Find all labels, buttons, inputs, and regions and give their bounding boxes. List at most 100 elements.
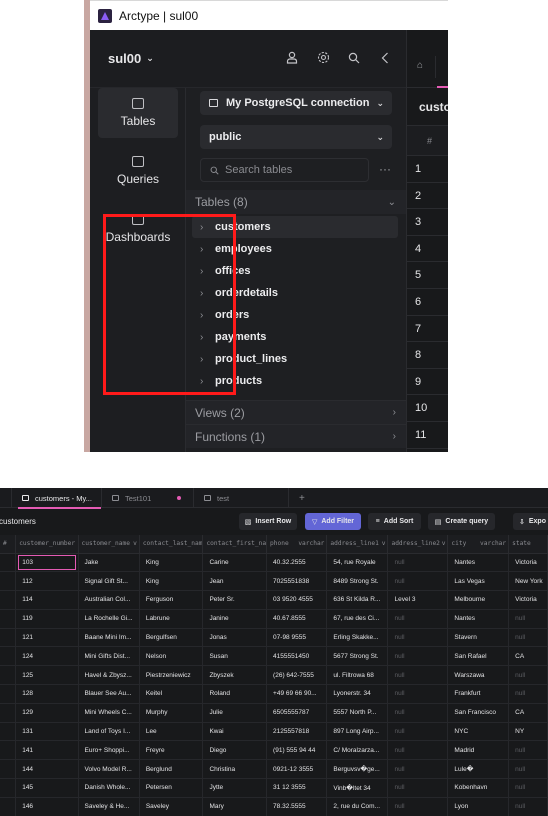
row-number-cell[interactable] [0,590,17,610]
cell-address-line1[interactable]: Erling Skakke... [326,628,389,648]
nav-item-queries[interactable]: Queries [98,146,178,196]
cell-contact-first-na[interactable]: Carine [202,553,268,573]
cell-address-line1[interactable]: 8489 Strong St. [326,571,389,592]
functions-section-header[interactable]: Functions (1) › [186,424,406,448]
user-icon[interactable] [285,51,299,67]
cell-contact-last-nam[interactable]: Keitel [139,684,204,704]
cell-customer-number[interactable]: 145 [15,778,79,798]
cell-city[interactable]: Nantes [447,553,510,573]
insert-row-button[interactable]: ▧ Insert Row [239,513,297,530]
table-item-orderdetails[interactable]: › orderdetails [192,282,398,304]
row-number-cell[interactable] [0,703,17,723]
cell-contact-first-na[interactable]: Jytte [202,778,268,798]
chevron-right-icon[interactable]: › [200,222,206,233]
cell-state[interactable]: null [508,778,548,798]
cell-address-line1[interactable]: Berguvsv�ge... [326,759,389,780]
cell-customer-number[interactable]: 131 [15,722,79,742]
cell-phone[interactable]: 07-98 9555 [266,628,328,648]
row-number-cell[interactable] [0,609,17,629]
cell-address-line2[interactable]: null [387,646,449,667]
cell-phone[interactable]: +49 69 66 90... [266,684,328,704]
cell-state[interactable]: null [508,759,548,780]
cell-state[interactable]: New York [508,571,548,592]
cell-state[interactable]: null [508,740,548,761]
cell-state[interactable]: null [508,797,548,816]
cell-customer-number[interactable]: 128 [15,684,79,704]
cell-customer-name[interactable]: Land of Toys I... [78,722,140,742]
cell-contact-last-nam[interactable]: Saveley [139,797,204,816]
cell-contact-first-na[interactable]: Roland [202,684,268,704]
chevron-right-icon[interactable]: › [200,266,206,277]
cell-contact-last-nam[interactable]: Freyre [139,740,204,761]
cell-contact-last-nam[interactable]: Murphy [139,703,204,723]
cell-city[interactable]: San Rafael [447,646,510,667]
row-number[interactable]: 11 [407,422,448,449]
cell-customer-name[interactable]: Mini Wheels C... [78,703,140,723]
cell-customer-name[interactable]: Havel & Zbysz... [78,665,140,686]
cell-phone[interactable]: (91) 555 94 44 [266,740,328,761]
cell-contact-last-nam[interactable]: King [139,571,204,592]
cell-address-line1[interactable]: Vinb�ltet 34 [326,778,389,798]
cell-customer-number[interactable]: 129 [15,703,79,723]
table-item-orders[interactable]: › orders [192,304,398,326]
cell-state[interactable]: Victoria [508,590,548,610]
cell-contact-first-na[interactable]: Janine [202,609,268,629]
cell-address-line2[interactable]: null [387,797,449,816]
table-item-employees[interactable]: › employees [192,238,398,260]
cell-contact-last-nam[interactable]: King [139,553,204,573]
cell-phone[interactable]: 6505555787 [266,703,328,723]
column-header-contact-first-na[interactable]: contact_first_na [202,535,268,554]
column-header-customer-number[interactable]: customer_number [15,535,79,554]
more-options-button[interactable]: ··· [376,158,394,182]
row-number[interactable]: 9 [407,369,448,396]
cell-contact-last-nam[interactable]: Ferguson [139,590,204,610]
search-tables-input[interactable]: Search tables [200,158,369,182]
row-number-cell[interactable] [0,797,17,816]
cell-address-line2[interactable]: null [387,740,449,761]
cell-phone[interactable]: 7025551838 [266,571,328,592]
cell-contact-last-nam[interactable]: Bergulfsen [139,628,204,648]
cell-state[interactable]: null [508,609,548,629]
column-header-contact-last-nam[interactable]: contact_last_nam [139,535,204,554]
cell-contact-last-nam[interactable]: Petersen [139,778,204,798]
cell-customer-name[interactable]: Baane Mini Im... [78,628,140,648]
cell-address-line2[interactable]: Level 3 [387,590,449,610]
cell-contact-last-nam[interactable]: Nelson [139,646,204,667]
cell-address-line2[interactable]: null [387,628,449,648]
cell-address-line2[interactable]: null [387,609,449,629]
row-number-cell[interactable] [0,778,17,798]
row-number-cell[interactable] [0,553,17,573]
row-number[interactable]: 2 [407,183,448,210]
cell-contact-last-nam[interactable]: Labrune [139,609,204,629]
cell-address-line2[interactable]: null [387,665,449,686]
cell-city[interactable]: Lyon [447,797,510,816]
cell-contact-first-na[interactable]: Zbyszek [202,665,268,686]
row-number[interactable]: 4 [407,236,448,263]
column-header-address-line1[interactable]: address_line1 v [326,535,389,554]
collapse-sidebar-icon[interactable] [378,51,392,67]
cell-state[interactable]: null [508,628,548,648]
cell-address-line1[interactable]: 897 Long Airp... [326,722,389,742]
cell-customer-name[interactable]: Jake [78,553,140,573]
row-number[interactable]: 10 [407,395,448,422]
cell-contact-last-nam[interactable]: Berglund [139,759,204,780]
cell-customer-name[interactable]: Danish Whole... [78,778,140,798]
row-number[interactable]: 7 [407,316,448,343]
add-filter-button[interactable]: ▽ Add Filter [305,513,361,530]
chevron-right-icon[interactable]: › [200,354,206,365]
cell-customer-number[interactable]: 119 [15,609,79,629]
column-header-address-line2[interactable]: address_line2 v [387,535,449,554]
cell-state[interactable]: CA [508,703,548,723]
nav-item-dashboards[interactable]: Dashboards [98,204,178,254]
cell-customer-number[interactable]: 141 [15,740,79,761]
column-header-phone[interactable]: phone varchar [266,535,328,554]
column-header-city[interactable]: city varchar [447,535,510,554]
table-item-product-lines[interactable]: › product_lines [192,348,398,370]
cell-city[interactable]: Madrid [447,740,510,761]
cell-state[interactable]: CA [508,646,548,667]
row-number-cell[interactable] [0,722,17,742]
cell-city[interactable]: Stavern [447,628,510,648]
cell-address-line1[interactable]: 636 St Kilda R... [326,590,389,610]
cell-customer-number[interactable]: 144 [15,759,79,780]
row-number-cell[interactable] [0,740,17,761]
